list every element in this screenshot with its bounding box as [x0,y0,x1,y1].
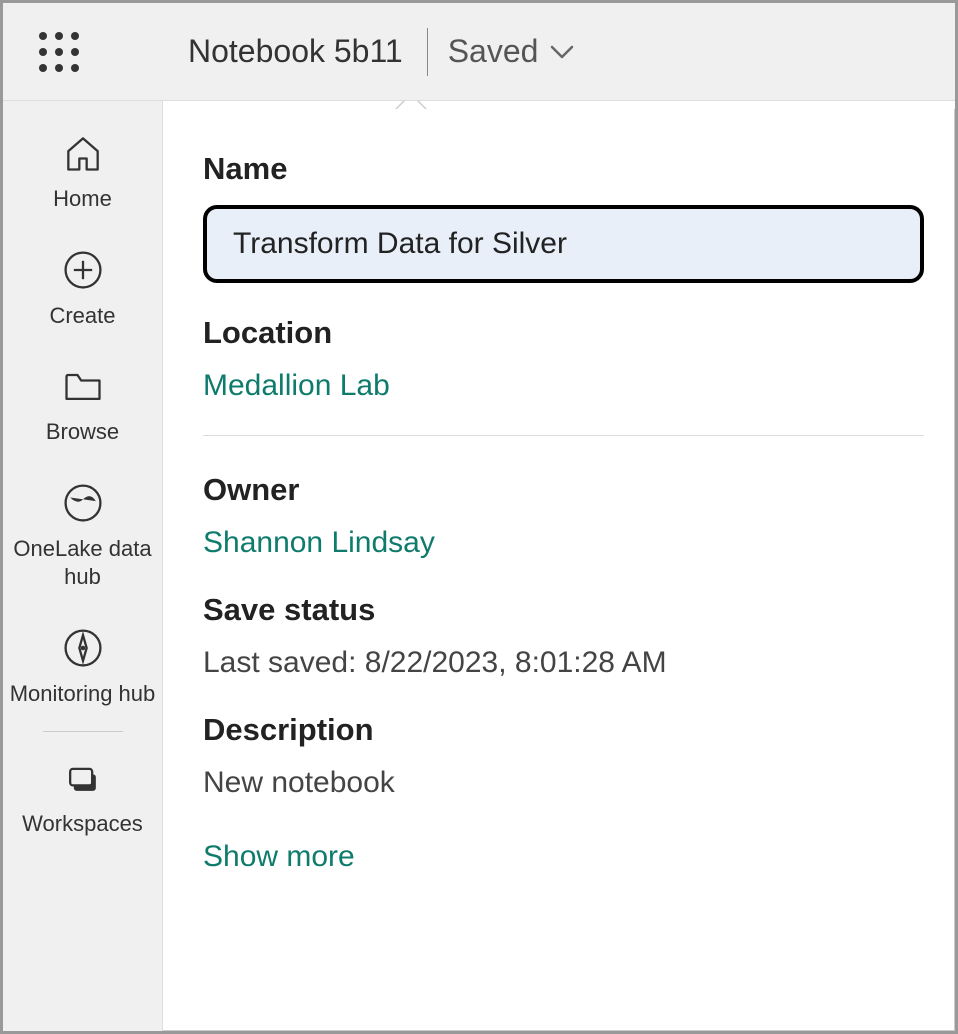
app-launcher-icon[interactable] [35,28,83,76]
sidebar-item-label: Workspaces [16,810,149,839]
top-bar: Notebook 5b11 Saved [3,3,955,101]
owner-value-link[interactable]: Shannon Lindsay [203,526,924,560]
location-field-group: Location Medallion Lab [203,315,924,403]
owner-label: Owner [203,472,924,508]
plus-circle-icon [59,246,107,294]
description-value: New notebook [203,766,924,800]
sidebar-item-home[interactable]: Home [3,129,162,214]
location-label: Location [203,315,924,351]
saved-status-dropdown[interactable]: Saved [428,33,575,70]
home-icon [59,129,107,177]
saved-label: Saved [448,33,539,70]
sidebar-item-onelake[interactable]: OneLake data hub [3,479,162,592]
panel-divider [203,435,924,436]
notebook-title[interactable]: Notebook 5b11 [188,33,427,70]
workspaces-icon [59,754,107,802]
sidebar-item-label: Browse [40,418,125,447]
folder-icon [59,362,107,410]
location-value-link[interactable]: Medallion Lab [203,369,924,403]
sidebar-item-label: Create [43,302,121,331]
save-status-label: Save status [203,592,924,628]
panel-pointer [395,101,427,111]
name-field-group: Name [203,151,924,283]
sidebar-item-create[interactable]: Create [3,246,162,331]
name-label: Name [203,151,924,187]
sidebar-item-label: Monitoring hub [4,680,162,709]
save-status-value: Last saved: 8/22/2023, 8:01:28 AM [203,646,924,680]
show-more-link[interactable]: Show more [203,840,355,874]
sidebar-item-workspaces[interactable]: Workspaces [3,754,162,839]
sidebar-item-label: Home [47,185,118,214]
sidebar-divider [43,731,123,732]
sidebar: Home Create Browse OneLake data hub [3,101,163,1031]
owner-field-group: Owner Shannon Lindsay [203,472,924,560]
details-panel: Name Location Medallion Lab Owner Shanno… [163,109,955,1031]
sidebar-item-monitoring[interactable]: Monitoring hub [3,624,162,709]
sidebar-item-label: OneLake data hub [3,535,162,592]
name-input[interactable] [203,205,924,283]
save-status-field-group: Save status Last saved: 8/22/2023, 8:01:… [203,592,924,680]
onelake-icon [59,479,107,527]
compass-icon [59,624,107,672]
description-label: Description [203,712,924,748]
sidebar-item-browse[interactable]: Browse [3,362,162,447]
main-area: Home Create Browse OneLake data hub [3,101,955,1031]
title-area: Notebook 5b11 Saved [188,28,574,76]
description-field-group: Description New notebook [203,712,924,800]
chevron-down-icon [550,44,574,60]
